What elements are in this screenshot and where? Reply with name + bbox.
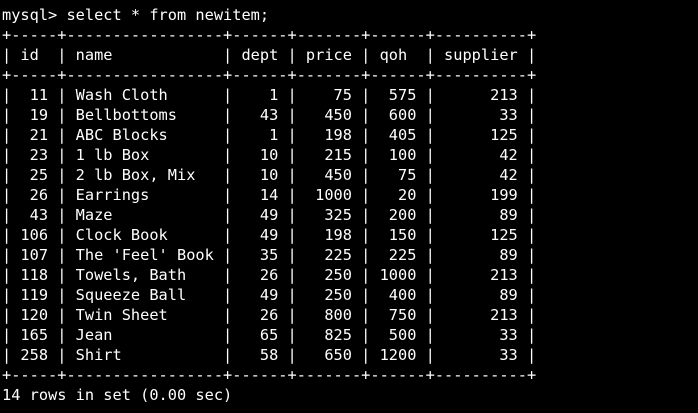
table-row: | 165 | Jean | 65 | 825 | 500 | 33 | [2, 326, 537, 344]
table-row: | 258 | Shirt | 58 | 650 | 1200 | 33 | [2, 346, 537, 364]
table-row: | 118 | Towels, Bath | 26 | 250 | 1000 |… [2, 266, 537, 284]
result-summary: 14 rows in set (0.00 sec) [2, 386, 233, 404]
table-header-row: | id | name | dept | price | qoh | suppl… [2, 46, 537, 64]
table-row: | 120 | Twin Sheet | 26 | 800 | 750 | 21… [2, 306, 537, 324]
table-border: +-----+-----------------+------+-------+… [2, 366, 537, 384]
table-row: | 25 | 2 lb Box, Mix | 10 | 450 | 75 | 4… [2, 166, 537, 184]
command-line: mysql> select * from newitem; [2, 6, 270, 24]
table-border: +-----+-----------------+------+-------+… [2, 26, 537, 44]
terminal-window[interactable]: mysql> select * from newitem; +-----+---… [0, 0, 698, 413]
table-row: | 26 | Earrings | 14 | 1000 | 20 | 199 | [2, 186, 537, 204]
table-row: | 119 | Squeeze Ball | 49 | 250 | 400 | … [2, 286, 537, 304]
table-row: | 19 | Bellbottoms | 43 | 450 | 600 | 33… [2, 106, 537, 124]
table-row: | 11 | Wash Cloth | 1 | 75 | 575 | 213 | [2, 86, 537, 104]
table-row: | 43 | Maze | 49 | 325 | 200 | 89 | [2, 206, 537, 224]
table-row: | 21 | ABC Blocks | 1 | 198 | 405 | 125 … [2, 126, 537, 144]
table-border: +-----+-----------------+------+-------+… [2, 66, 537, 84]
table-row: | 23 | 1 lb Box | 10 | 215 | 100 | 42 | [2, 146, 537, 164]
table-row: | 106 | Clock Book | 49 | 198 | 150 | 12… [2, 226, 537, 244]
table-row: | 107 | The 'Feel' Book | 35 | 225 | 225… [2, 246, 537, 264]
